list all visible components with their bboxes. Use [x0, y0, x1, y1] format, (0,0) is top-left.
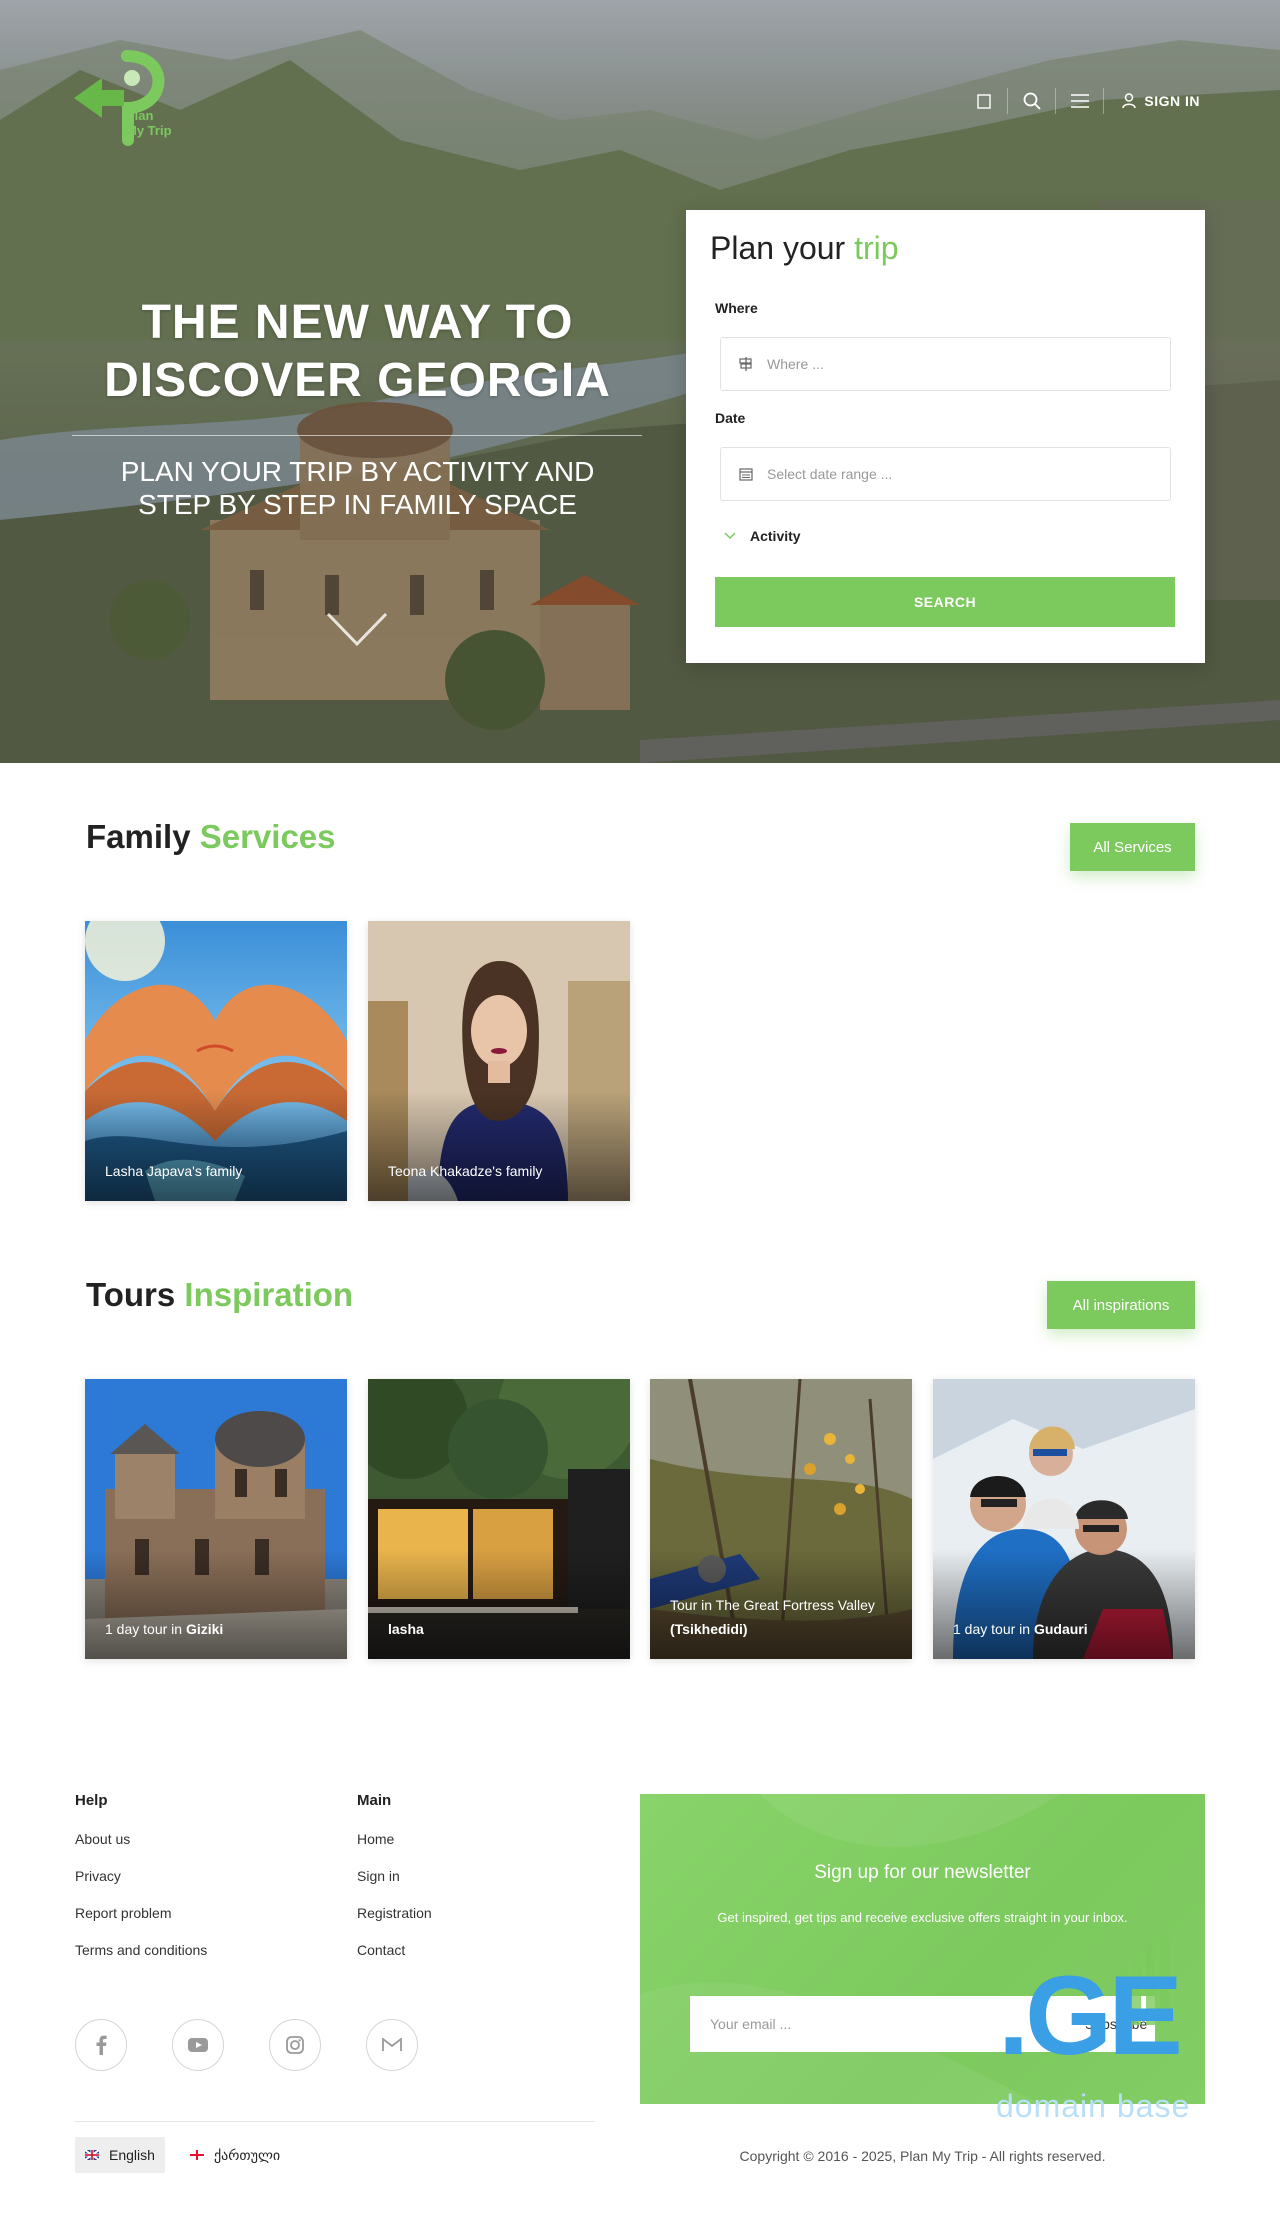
- georgia-flag-icon: [190, 2150, 204, 2160]
- top-navigation: SIGN IN: [960, 88, 1200, 114]
- domain-base-watermark: .GE: [998, 1953, 1183, 2078]
- footer-help-column: Help About us Privacy Report problem Ter…: [75, 1792, 207, 1979]
- tour-card[interactable]: 1 day tour in Gudauri: [933, 1379, 1195, 1659]
- gmail-icon[interactable]: [366, 2019, 418, 2071]
- family-card-caption: Lasha Japava's family: [105, 1163, 243, 1179]
- language-georgian[interactable]: ქართული: [180, 2137, 290, 2173]
- plan-my-trip-logo[interactable]: [72, 48, 182, 158]
- activity-label: Activity: [750, 528, 801, 544]
- footer-main-column: Main Home Sign in Registration Contact: [357, 1792, 432, 1979]
- chevron-down-icon: [724, 532, 736, 540]
- family-services-title: Family Services: [86, 818, 336, 855]
- newsletter-email-placeholder: Your email ...: [710, 2016, 792, 2032]
- footer-link-privacy[interactable]: Privacy: [75, 1868, 207, 1905]
- footer-link-sign-in[interactable]: Sign in: [357, 1868, 432, 1905]
- logo-text: Plan My Trip: [126, 108, 172, 138]
- footer-link-report-problem[interactable]: Report problem: [75, 1905, 207, 1942]
- family-card[interactable]: Lasha Japava's family: [85, 921, 347, 1201]
- footer-link-registration[interactable]: Registration: [357, 1905, 432, 1942]
- scroll-down-chevron-icon[interactable]: [326, 612, 388, 648]
- newsletter-description: Get inspired, get tips and receive exclu…: [717, 1910, 1128, 1925]
- tour-card-caption: lasha: [388, 1621, 424, 1637]
- hero-title: THE NEW WAY TO DISCOVER GEORGIA: [104, 296, 611, 407]
- cart-icon[interactable]: [960, 88, 1009, 114]
- calendar-icon: [737, 465, 755, 483]
- footer-link-home[interactable]: Home: [357, 1831, 432, 1868]
- tour-card[interactable]: lasha: [368, 1379, 630, 1659]
- uk-flag-icon: [85, 2150, 99, 2160]
- family-card[interactable]: Teona Khakadze's family: [368, 921, 630, 1201]
- all-inspirations-button[interactable]: All inspirations: [1047, 1281, 1195, 1329]
- plan-trip-form: Plan your trip Where Where ... Date Sele…: [686, 210, 1205, 663]
- footer-link-terms[interactable]: Terms and conditions: [75, 1942, 207, 1979]
- search-icon[interactable]: [1008, 88, 1057, 114]
- sign-in-label: SIGN IN: [1144, 93, 1200, 109]
- signpost-icon: [737, 355, 755, 373]
- card-shade: [368, 1091, 630, 1201]
- where-label: Where: [715, 300, 758, 316]
- newsletter-title: Sign up for our newsletter: [814, 1862, 1031, 1883]
- tour-card-caption: 1 day tour in Gudauri: [953, 1621, 1088, 1637]
- language-english-label: English: [109, 2147, 155, 2163]
- user-icon: [1122, 93, 1137, 109]
- date-placeholder: Select date range ...: [767, 466, 893, 482]
- tour-card-caption: Tour in The Great Fortress Valley (Tsikh…: [670, 1597, 875, 1637]
- footer-main-heading: Main: [357, 1792, 392, 1809]
- date-label: Date: [715, 410, 746, 426]
- footer-help-heading: Help: [75, 1792, 108, 1809]
- tour-card[interactable]: Tour in The Great Fortress Valley (Tsikh…: [650, 1379, 912, 1659]
- menu-icon[interactable]: [1056, 88, 1105, 114]
- footer-link-about[interactable]: About us: [75, 1831, 207, 1868]
- tour-card-caption: 1 day tour in Giziki: [105, 1621, 224, 1637]
- all-services-button[interactable]: All Services: [1070, 823, 1195, 871]
- plan-trip-title: Plan your trip: [710, 230, 899, 266]
- card-shade: [85, 1549, 347, 1659]
- activity-toggle[interactable]: Activity: [724, 528, 801, 544]
- footer-divider: [75, 2121, 595, 2122]
- search-button[interactable]: SEARCH: [715, 577, 1175, 627]
- where-input[interactable]: Where ...: [720, 337, 1171, 391]
- hero-divider: [72, 435, 642, 436]
- language-english[interactable]: English: [75, 2137, 165, 2173]
- facebook-icon[interactable]: [75, 2019, 127, 2071]
- card-shade: [368, 1549, 630, 1659]
- hero-section: Plan My Trip SIGN IN THE NEW WAY TO DISC…: [0, 0, 1280, 763]
- domain-base-watermark-subtitle: domain base: [996, 2088, 1191, 2124]
- family-card-caption: Teona Khakadze's family: [388, 1163, 543, 1179]
- social-links: [75, 2019, 418, 2071]
- date-range-input[interactable]: Select date range ...: [720, 447, 1171, 501]
- where-placeholder: Where ...: [767, 356, 824, 372]
- card-shade: [933, 1549, 1195, 1659]
- language-georgian-label: ქართული: [214, 2146, 281, 2163]
- tour-card[interactable]: 1 day tour in Giziki: [85, 1379, 347, 1659]
- hero-subtitle: PLAN YOUR TRIP BY ACTIVITY AND STEP BY S…: [120, 456, 595, 520]
- instagram-icon[interactable]: [269, 2019, 321, 2071]
- sign-in-link[interactable]: SIGN IN: [1104, 93, 1200, 109]
- copyright-text: Copyright © 2016 - 2025, Plan My Trip - …: [739, 2148, 1106, 2164]
- youtube-icon[interactable]: [172, 2019, 224, 2071]
- footer-link-contact[interactable]: Contact: [357, 1942, 432, 1979]
- tours-inspiration-title: Tours Inspiration: [86, 1276, 354, 1313]
- card-shade: [85, 1091, 347, 1201]
